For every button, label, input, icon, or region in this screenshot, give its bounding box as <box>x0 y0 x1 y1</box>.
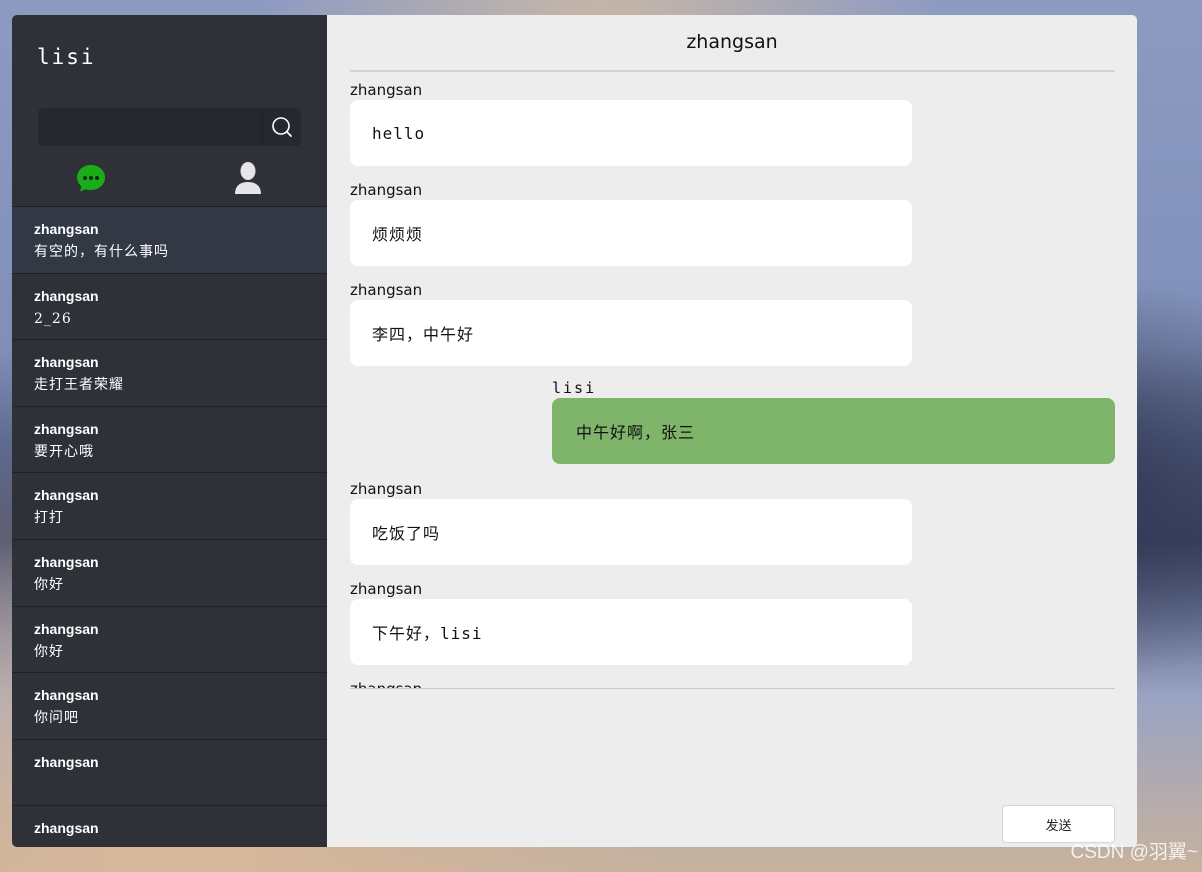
sidebar-tabs <box>12 161 327 201</box>
session-item[interactable]: zhangsan 要开心哦 <box>12 407 327 474</box>
session-name: zhangsan <box>34 620 99 637</box>
session-name: zhangsan <box>34 487 99 504</box>
message-item-mine: lisi 中午好啊，张三 <box>350 371 1115 471</box>
search-button[interactable] <box>262 108 301 146</box>
session-item[interactable]: zhangsan 你好 <box>12 607 327 674</box>
chat-title: zhangsan <box>686 31 778 53</box>
session-last-message: 要开心哦 <box>34 443 94 460</box>
message-author: zhangsan <box>350 281 423 299</box>
session-last-message: 你问吧 <box>34 710 79 727</box>
session-item[interactable]: zhangsan <box>12 740 327 807</box>
session-name: zhangsan <box>34 553 99 570</box>
session-item[interactable]: zhangsan 你问吧 <box>12 673 327 740</box>
message-bubble: 吃饭了吗 <box>350 499 912 565</box>
chat-bubble-icon <box>77 165 105 192</box>
session-list: zhangsan 有空的，有什么事吗 zhangsan 2_26 zhangsa… <box>12 206 327 847</box>
sidebar: lisi zhangsan 有空的，有什么事吗 zhangsan 2_26 zh… <box>12 15 327 847</box>
session-name: zhangsan <box>34 687 99 704</box>
session-name: zhangsan <box>34 354 99 371</box>
message-item: zhangsan 吃饭了吗 <box>350 472 1115 572</box>
session-item[interactable]: zhangsan 有空的，有什么事吗 <box>12 207 327 274</box>
message-author: zhangsan <box>350 81 423 99</box>
session-item[interactable]: zhangsan 你好 <box>12 540 327 607</box>
chat-window: lisi zhangsan 有空的，有什么事吗 zhangsan 2_26 zh… <box>12 15 1137 847</box>
session-item[interactable]: zhangsan 打打 <box>12 473 327 540</box>
message-bubble: 李四，中午好 <box>350 300 912 366</box>
message-item: zhangsan 下午好，lisi <box>350 572 1115 672</box>
watermark: CSDN @羽翼~ <box>1070 842 1199 863</box>
session-item[interactable]: zhangsan <box>12 806 327 847</box>
message-bubble: 下午好，lisi <box>350 599 912 665</box>
message-bubble: 中午好啊，张三 <box>552 398 1115 464</box>
message-bubble: hello <box>350 100 912 166</box>
message-bubble: 烦烦烦 <box>350 200 912 266</box>
session-last-message: 你好 <box>34 576 64 593</box>
session-last-message: 走打王者荣耀 <box>34 377 124 394</box>
search-icon <box>272 117 292 137</box>
session-name: zhangsan <box>34 820 99 837</box>
message-item: zhangsan 烦烦烦 <box>350 173 1115 273</box>
search-bar <box>38 108 301 146</box>
tab-sessions[interactable] <box>76 163 106 193</box>
chat-panel: zhangsan zhangsan hello zhangsan 烦烦烦 zha… <box>327 15 1137 847</box>
session-name: zhangsan <box>34 753 99 770</box>
message-item: zhangsan <box>350 672 1115 689</box>
message-author: zhangsan <box>350 480 423 498</box>
message-item: zhangsan hello <box>350 73 1115 173</box>
message-item: zhangsan 李四，中午好 <box>350 273 1115 373</box>
message-author: zhangsan <box>350 680 423 689</box>
session-last-message: 你好 <box>34 643 64 660</box>
message-list[interactable]: zhangsan hello zhangsan 烦烦烦 zhangsan 李四，… <box>350 73 1115 689</box>
tab-friends[interactable] <box>233 161 263 195</box>
message-author: lisi <box>552 379 597 397</box>
message-author: zhangsan <box>350 580 423 598</box>
session-name: zhangsan <box>34 221 99 237</box>
session-item[interactable]: zhangsan 2_26 <box>12 274 327 341</box>
current-user-name: lisi <box>37 45 96 69</box>
message-author: zhangsan <box>350 181 423 199</box>
session-last-message: 有空的，有什么事吗 <box>34 244 169 260</box>
session-name: zhangsan <box>34 287 99 304</box>
search-input[interactable] <box>38 108 262 146</box>
session-name: zhangsan <box>34 420 99 437</box>
title-divider <box>350 70 1115 72</box>
person-icon <box>235 162 261 194</box>
session-item[interactable]: zhangsan 走打王者荣耀 <box>12 340 327 407</box>
session-last-message: 打打 <box>34 510 64 527</box>
session-last-message: 2_26 <box>34 310 72 327</box>
